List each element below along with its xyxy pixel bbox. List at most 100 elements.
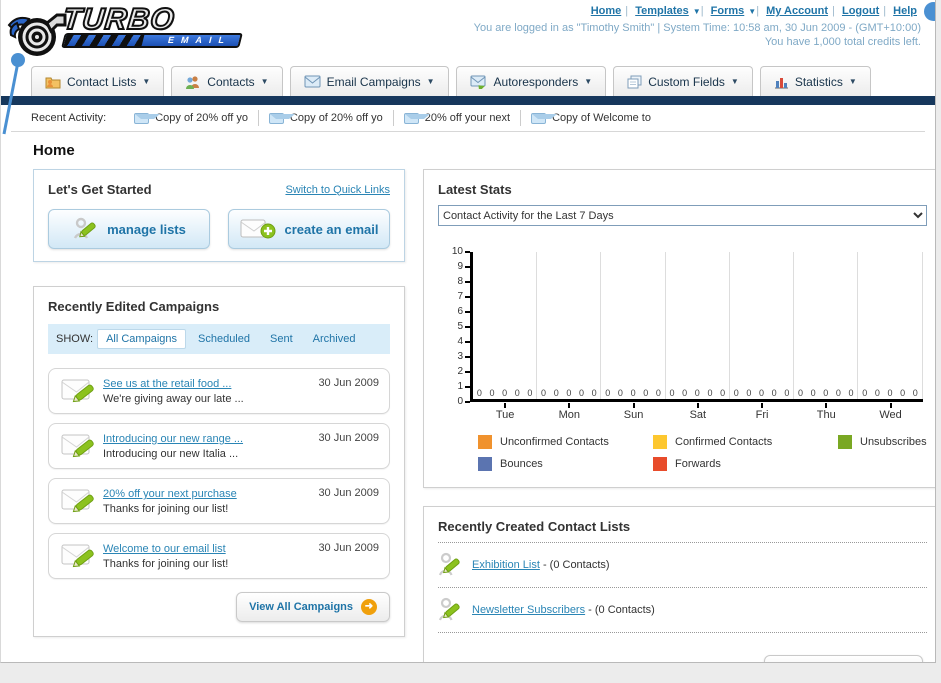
- chart-day-group: 00000: [858, 252, 923, 399]
- tab-email-campaigns[interactable]: Email Campaigns ▼: [289, 66, 449, 96]
- legend-item: Bounces: [478, 457, 653, 471]
- campaign-item[interactable]: Introducing our new range ... Introducin…: [48, 423, 390, 469]
- campaign-title-link[interactable]: 20% off your next purchase: [103, 488, 237, 500]
- campaign-date: 30 Jun 2009: [318, 487, 379, 499]
- campaign-title-link[interactable]: Introducing our new range ...: [103, 433, 243, 445]
- data-point-label: 0: [784, 388, 790, 398]
- link-help[interactable]: Help: [893, 5, 917, 17]
- campaign-item[interactable]: See us at the retail food ... We're givi…: [48, 368, 390, 414]
- tab-custom-fields[interactable]: Custom Fields ▼: [613, 66, 753, 96]
- filter-all-campaigns[interactable]: All Campaigns: [97, 329, 186, 349]
- data-point-label: 0: [527, 388, 533, 398]
- switch-to-quick-links[interactable]: Switch to Quick Links: [285, 184, 390, 196]
- chevron-down-icon: ▼: [260, 77, 269, 86]
- create-email-label: create an email: [284, 221, 379, 237]
- link-logout[interactable]: Logout: [842, 5, 879, 17]
- see-all-contact-lists-button[interactable]: See All Contact Lists ➜: [763, 655, 923, 662]
- tab-label: Email Campaigns: [326, 74, 421, 89]
- envelope-icon: [268, 112, 295, 124]
- chevron-down-icon: ▼: [748, 7, 757, 16]
- campaign-item[interactable]: 20% off your next purchase Thanks for jo…: [48, 478, 390, 524]
- campaign-subtitle: We're giving away our late ...: [103, 393, 244, 405]
- data-point-label: 0: [771, 388, 777, 398]
- legend-label: Forwards: [675, 458, 721, 470]
- data-point-label: 0: [759, 388, 765, 398]
- header-right: Home | Templates ▼| Forms ▼| My Account | Lo…: [474, 5, 921, 49]
- tab-label: Autoresponders: [493, 74, 579, 89]
- data-point-label: 0: [617, 388, 623, 398]
- recent-activity-bar: Recent Activity: Copy of 20% off yo Copy…: [11, 105, 925, 132]
- legend-swatch: [838, 435, 852, 449]
- contact-list-count: - (0 Contacts): [542, 559, 610, 571]
- chart-day-group: 00000: [730, 252, 795, 399]
- campaign-date: 30 Jun 2009: [318, 432, 379, 444]
- link-templates[interactable]: Templates: [635, 5, 689, 17]
- data-point-label: 0: [476, 388, 482, 398]
- person-pencil-icon: [438, 552, 460, 576]
- envelope-icon: [304, 75, 321, 88]
- tab-contact-lists[interactable]: Contact Lists ▼: [31, 66, 165, 96]
- data-point-label: 0: [797, 388, 803, 398]
- create-email-button[interactable]: create an email: [228, 209, 390, 249]
- callout-pointer-decoration: [2, 53, 25, 135]
- filter-scheduled[interactable]: Scheduled: [190, 330, 258, 348]
- data-point-label: 0: [643, 388, 649, 398]
- contact-list-link[interactable]: Newsletter Subscribers: [472, 604, 585, 616]
- recent-activity-item[interactable]: Copy of Welcome to: [521, 110, 661, 126]
- legend-swatch: [653, 457, 667, 471]
- legend-label: Bounces: [500, 458, 543, 470]
- campaign-item[interactable]: Welcome to our email list Thanks for joi…: [48, 533, 390, 579]
- data-point-label: 0: [887, 388, 893, 398]
- view-all-campaigns-label: View All Campaigns: [249, 601, 353, 613]
- chart-x-axis: Tue Mon Sun Sat Fri Thu Wed: [473, 402, 923, 421]
- contact-list-item[interactable]: Exhibition List - (0 Contacts): [438, 543, 927, 588]
- campaign-subtitle: Introducing our new Italia ...: [103, 448, 239, 460]
- filter-sent[interactable]: Sent: [262, 330, 301, 348]
- link-home[interactable]: Home: [591, 5, 622, 17]
- tab-statistics[interactable]: Statistics ▼: [759, 66, 871, 96]
- tab-label: Statistics: [794, 74, 843, 89]
- view-all-campaigns-button[interactable]: View All Campaigns ➜: [236, 592, 390, 622]
- recent-activity-item[interactable]: Copy of 20% off yo: [259, 110, 394, 126]
- data-point-label: 0: [605, 388, 611, 398]
- recent-activity-item[interactable]: Copy of 20% off yo: [124, 110, 259, 126]
- data-point-label: 0: [489, 388, 495, 398]
- link-forms[interactable]: Forms: [711, 5, 745, 17]
- legend-swatch: [478, 435, 492, 449]
- brand-name: TURBO: [60, 2, 177, 37]
- legend-label: Unconfirmed Contacts: [500, 436, 609, 448]
- data-point-label: 0: [655, 388, 661, 398]
- envelope-plus-icon: [240, 219, 276, 239]
- data-point-label: 0: [912, 388, 918, 398]
- stats-period-select[interactable]: Contact Activity for the Last 7 Days: [438, 205, 927, 226]
- person-pencil-icon: [438, 597, 460, 621]
- x-axis-label: Mon: [537, 402, 601, 421]
- recent-activity-label: Recent Activity:: [31, 112, 107, 124]
- link-my-account[interactable]: My Account: [766, 5, 828, 17]
- envelope-pencil-icon: [61, 489, 94, 513]
- campaign-title-link[interactable]: See us at the retail food ...: [103, 378, 231, 390]
- contact-list-count: - (0 Contacts): [588, 604, 655, 616]
- recent-activity-item[interactable]: 20% off your next: [394, 110, 522, 126]
- tab-contacts[interactable]: Contacts ▼: [171, 66, 283, 96]
- corner-dot-decoration: [924, 2, 935, 21]
- data-point-label: 0: [553, 388, 559, 398]
- data-point-label: 0: [694, 388, 700, 398]
- manage-lists-label: manage lists: [107, 221, 186, 237]
- campaign-filter-bar: SHOW: All Campaigns Scheduled Sent Archi…: [48, 324, 390, 354]
- tab-autoresponders[interactable]: Autoresponders ▼: [455, 66, 607, 96]
- chart-day-group: 00000: [794, 252, 859, 399]
- login-status: You are logged in as "Timothy Smith" | S…: [474, 21, 921, 49]
- contact-list-link[interactable]: Exhibition List: [472, 559, 540, 571]
- top-nav-links: Home | Templates ▼| Forms ▼| My Account | Lo…: [590, 5, 917, 17]
- tab-label: Contacts: [207, 74, 255, 89]
- filter-archived[interactable]: Archived: [305, 330, 364, 348]
- x-axis-label: Wed: [858, 402, 922, 421]
- data-point-label: 0: [502, 388, 508, 398]
- campaign-title-link[interactable]: Welcome to our email list: [103, 543, 226, 555]
- manage-lists-button[interactable]: manage lists: [48, 209, 210, 249]
- contact-list-item[interactable]: Newsletter Subscribers - (0 Contacts): [438, 588, 927, 633]
- data-point-label: 0: [733, 388, 739, 398]
- chart-day-group: 00000: [473, 252, 538, 399]
- legend-swatch: [478, 457, 492, 471]
